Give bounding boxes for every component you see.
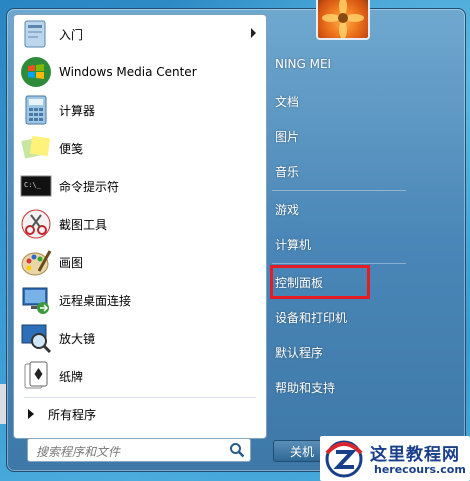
calculator-icon bbox=[25, 95, 47, 125]
watermark-title: 这里教程网 bbox=[370, 445, 460, 465]
right-separator bbox=[272, 190, 406, 191]
right-item-computer[interactable]: 计算机 bbox=[275, 236, 311, 253]
right-item-games[interactable]: 游戏 bbox=[275, 201, 299, 218]
program-item-getting-started[interactable]: 入门 bbox=[14, 15, 266, 53]
program-label: 远程桌面连接 bbox=[59, 293, 132, 308]
submenu-arrow-icon bbox=[251, 28, 256, 38]
right-item-help-support[interactable]: 帮助和支持 bbox=[275, 379, 335, 396]
user-name-link[interactable]: NING MEI bbox=[275, 57, 331, 71]
program-item-snipping-tool[interactable]: 截图工具 bbox=[14, 205, 266, 243]
programs-pane: 入门 Windows Media Center 计算器 便笺 C:\_ 命令提示… bbox=[13, 14, 267, 439]
right-item-default-programs[interactable]: 默认程序 bbox=[275, 344, 323, 361]
control-panel-highlight-box bbox=[270, 265, 370, 299]
right-item-documents[interactable]: 文档 bbox=[275, 93, 299, 110]
right-item-devices-printers[interactable]: 设备和打印机 bbox=[275, 309, 347, 326]
expand-arrow-icon bbox=[28, 409, 34, 419]
right-item-music[interactable]: 音乐 bbox=[275, 163, 299, 180]
watermark-logo: 这里教程网 herecours.com bbox=[320, 436, 470, 481]
program-item-solitaire[interactable]: 纸牌 bbox=[14, 357, 266, 395]
search-input[interactable]: 搜索程序和文件 bbox=[27, 438, 251, 462]
svg-text:C:\_: C:\_ bbox=[24, 181, 42, 189]
getting-started-icon bbox=[24, 20, 46, 48]
program-item-windows-media-center[interactable]: Windows Media Center bbox=[14, 53, 266, 91]
program-item-command-prompt[interactable]: C:\_ 命令提示符 bbox=[14, 167, 266, 205]
program-label: 计算器 bbox=[59, 103, 96, 118]
search-icon[interactable] bbox=[228, 441, 246, 459]
watermark-url: herecours.com bbox=[374, 463, 466, 476]
program-item-paint[interactable]: 画图 bbox=[14, 243, 266, 281]
remote-desktop-icon bbox=[22, 287, 49, 314]
program-label: 命令提示符 bbox=[59, 179, 120, 194]
program-item-magnifier[interactable]: 放大镜 bbox=[14, 319, 266, 357]
program-label: 放大镜 bbox=[59, 331, 96, 346]
program-item-sticky-notes[interactable]: 便笺 bbox=[14, 129, 266, 167]
paint-icon bbox=[21, 250, 52, 276]
program-label: Windows Media Center bbox=[59, 65, 197, 79]
site-logo-icon bbox=[325, 440, 363, 478]
program-label: 入门 bbox=[59, 27, 84, 42]
right-item-pictures[interactable]: 图片 bbox=[275, 128, 299, 145]
windows-media-center-icon bbox=[21, 57, 51, 87]
search-placeholder: 搜索程序和文件 bbox=[36, 445, 121, 459]
all-programs-item[interactable]: 所有程序 bbox=[14, 401, 266, 427]
program-label: 截图工具 bbox=[59, 217, 108, 232]
command-prompt-icon: C:\_ bbox=[20, 175, 52, 197]
separator bbox=[24, 397, 256, 398]
sticky-notes-icon bbox=[21, 135, 51, 159]
program-label: 便笺 bbox=[59, 141, 84, 156]
solitaire-icon bbox=[24, 361, 48, 389]
program-label: 画图 bbox=[59, 255, 84, 270]
program-label: 纸牌 bbox=[59, 369, 84, 384]
magnifier-icon bbox=[21, 324, 52, 354]
user-picture[interactable] bbox=[316, 0, 370, 40]
shutdown-label: 关机 bbox=[290, 444, 315, 459]
snipping-tool-icon bbox=[21, 209, 51, 239]
all-programs-label: 所有程序 bbox=[48, 407, 97, 422]
program-item-calculator[interactable]: 计算器 bbox=[14, 91, 266, 129]
right-separator bbox=[272, 263, 406, 264]
program-item-remote-desktop[interactable]: 远程桌面连接 bbox=[14, 281, 266, 319]
